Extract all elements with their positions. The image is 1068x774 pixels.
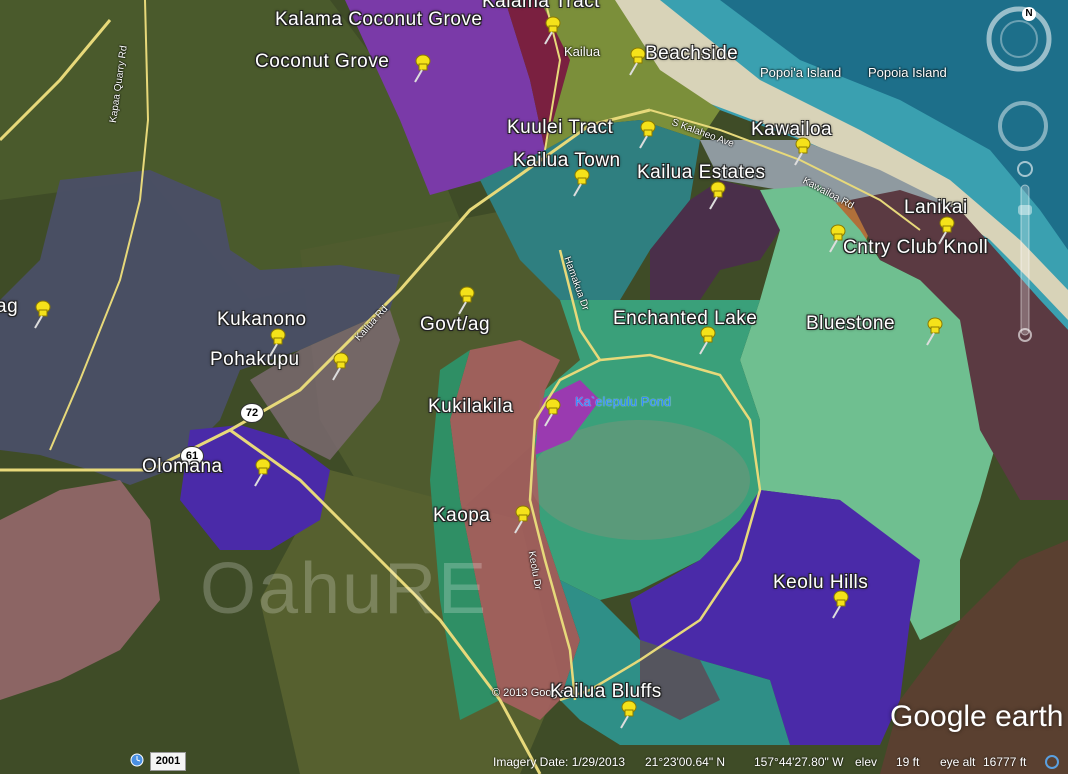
- pushpin-icon[interactable]: [328, 352, 350, 382]
- logo-google: Google: [890, 700, 987, 733]
- pushpin-icon[interactable]: [705, 181, 727, 211]
- pushpin-icon[interactable]: [825, 224, 847, 254]
- look-joystick-icon[interactable]: [997, 100, 1049, 152]
- place-label[interactable]: Kailua Estates: [637, 162, 765, 184]
- streaming-indicator-icon: [1045, 755, 1059, 769]
- place-label[interactable]: ag: [0, 296, 18, 318]
- historical-imagery-clock-icon[interactable]: [130, 753, 144, 767]
- place-label[interactable]: Kukanono: [217, 309, 307, 331]
- elev-label: elev: [855, 755, 878, 769]
- place-label[interactable]: Bluestone: [806, 313, 895, 335]
- pushpin-icon[interactable]: [790, 137, 812, 167]
- pushpin-icon[interactable]: [934, 216, 956, 246]
- place-label[interactable]: Beachside: [645, 43, 738, 65]
- place-label[interactable]: Olomana: [142, 456, 223, 478]
- north-indicator[interactable]: N: [1022, 7, 1036, 21]
- pushpin-icon[interactable]: [250, 458, 272, 488]
- place-label[interactable]: Kukilakila: [428, 396, 513, 418]
- watermark: OahuRE: [200, 549, 489, 629]
- latitude-readout: 21°23'00.64" N: [645, 755, 726, 769]
- pushpin-icon[interactable]: [30, 300, 52, 330]
- pushpin-icon[interactable]: [616, 700, 638, 730]
- island-label-2: Popoia Island: [868, 65, 947, 80]
- eye-alt-label: eye alt: [940, 755, 976, 769]
- pushpin-icon[interactable]: [635, 120, 657, 150]
- pushpin-icon[interactable]: [695, 326, 717, 356]
- imagery-date: Imagery Date: 1/29/2013: [493, 755, 626, 769]
- pond-label: Ka`elepulu Pond: [575, 394, 672, 409]
- logo-earth: earth: [995, 700, 1064, 733]
- route-72-shield: 72: [240, 403, 264, 423]
- zoom-slider[interactable]: [1014, 155, 1036, 345]
- place-label[interactable]: Coconut Grove: [255, 51, 389, 73]
- place-label[interactable]: Enchanted Lake: [613, 308, 757, 330]
- map-view[interactable]: Kapaa Quarry Rd Kailua Rd Hamakua Dr S K…: [0, 0, 1068, 774]
- island-label-1: Popoi'a Island: [760, 65, 842, 80]
- pushpin-icon[interactable]: [265, 328, 287, 358]
- compass-ring-icon[interactable]: [986, 6, 1052, 72]
- place-label[interactable]: Kalama Coconut Grove: [275, 9, 483, 31]
- place-label[interactable]: Cntry Club Knoll: [843, 237, 988, 259]
- place-label[interactable]: Kailua Bluffs: [550, 681, 662, 703]
- place-label[interactable]: Keolu Hills: [773, 572, 868, 594]
- kailua-town-label: Kailua: [564, 44, 601, 59]
- google-earth-logo: Google earth: [890, 700, 1063, 734]
- pushpin-icon[interactable]: [510, 505, 532, 535]
- pushpin-icon[interactable]: [922, 317, 944, 347]
- elevation-readout: 19 ft: [896, 755, 920, 769]
- pushpin-icon[interactable]: [828, 590, 850, 620]
- pushpin-icon[interactable]: [540, 16, 562, 46]
- place-label[interactable]: Govt/ag: [420, 314, 490, 336]
- pushpin-icon[interactable]: [454, 286, 476, 316]
- imagery-year-box[interactable]: 2001: [150, 752, 186, 771]
- eye-altitude-readout: 16777 ft: [983, 755, 1027, 769]
- pushpin-icon[interactable]: [569, 168, 591, 198]
- place-label[interactable]: Kailua Town: [513, 150, 621, 172]
- place-label[interactable]: Kalama Tract: [482, 0, 600, 13]
- pushpin-icon[interactable]: [410, 54, 432, 84]
- pushpin-icon[interactable]: [625, 47, 647, 77]
- longitude-readout: 157°44'27.80" W: [754, 755, 844, 769]
- place-label[interactable]: Kaopa: [433, 505, 490, 527]
- place-label[interactable]: Kuulei Tract: [507, 117, 613, 139]
- pushpin-icon[interactable]: [540, 398, 562, 428]
